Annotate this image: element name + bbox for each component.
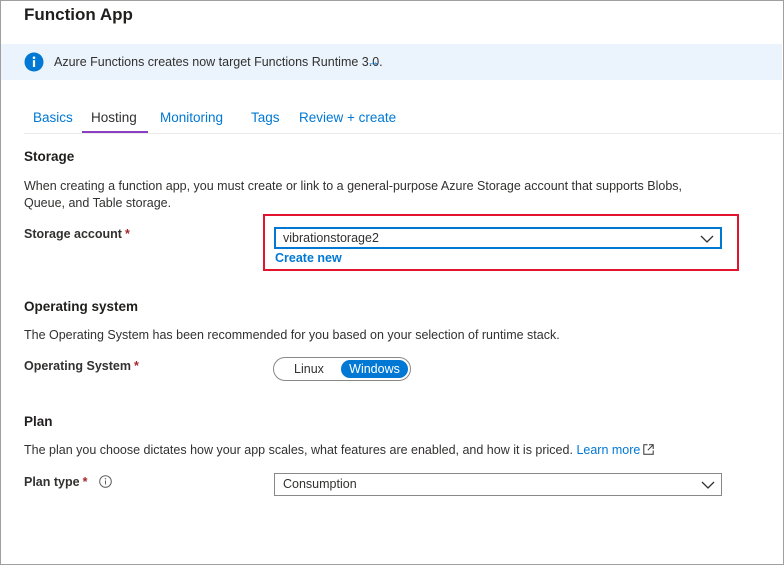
required-marker: *	[82, 475, 88, 489]
storage-section-title: Storage	[24, 149, 75, 164]
plan-type-value: Consumption	[283, 477, 357, 491]
required-marker: *	[124, 227, 130, 241]
storage-description: When creating a function app, you must c…	[24, 179, 683, 210]
plan-description: The plan you choose dictates how your ap…	[24, 443, 573, 457]
storage-account-label: Storage account *	[24, 227, 130, 241]
plan-section-title: Plan	[24, 414, 53, 429]
page-title: Function App	[24, 5, 133, 24]
banner-arrow-icon[interactable]: →	[367, 54, 380, 69]
os-label-text: Operating System	[24, 359, 131, 373]
required-marker: *	[133, 359, 139, 373]
external-link-icon	[643, 444, 655, 455]
tab-tags[interactable]: Tags	[251, 110, 280, 125]
plan-description-row: The plan you choose dictates how your ap…	[24, 442, 764, 459]
storage-account-label-text: Storage account	[24, 227, 122, 241]
os-option-linux[interactable]: Linux	[280, 360, 338, 378]
info-icon	[24, 52, 44, 72]
chevron-down-icon	[701, 481, 715, 489]
tab-basics[interactable]: Basics	[33, 110, 73, 125]
chevron-down-icon	[700, 235, 714, 243]
banner-text: Azure Functions creates now target Funct…	[54, 55, 383, 69]
os-section-title: Operating system	[24, 299, 139, 314]
create-new-link[interactable]: Create new	[275, 251, 342, 265]
tab-hosting[interactable]: Hosting	[91, 110, 137, 125]
tab-monitoring[interactable]: Monitoring	[160, 110, 223, 125]
os-option-windows[interactable]: Windows	[341, 360, 408, 378]
os-label: Operating System *	[24, 359, 139, 373]
learn-more-link[interactable]: Learn more	[576, 443, 655, 457]
tab-review-create[interactable]: Review + create	[299, 110, 396, 125]
info-tooltip-icon[interactable]	[99, 475, 112, 488]
storage-account-dropdown[interactable]: vibrationstorage2	[274, 227, 722, 249]
learn-more-text: Learn more	[576, 443, 641, 457]
plan-type-label-text: Plan type	[24, 475, 80, 489]
os-description: The Operating System has been recommende…	[24, 328, 560, 342]
storage-account-value: vibrationstorage2	[283, 231, 379, 245]
plan-type-dropdown[interactable]: Consumption	[274, 473, 722, 496]
os-toggle[interactable]: Linux Windows	[273, 357, 411, 381]
plan-type-label: Plan type *	[24, 475, 87, 489]
tab-divider	[24, 133, 782, 134]
